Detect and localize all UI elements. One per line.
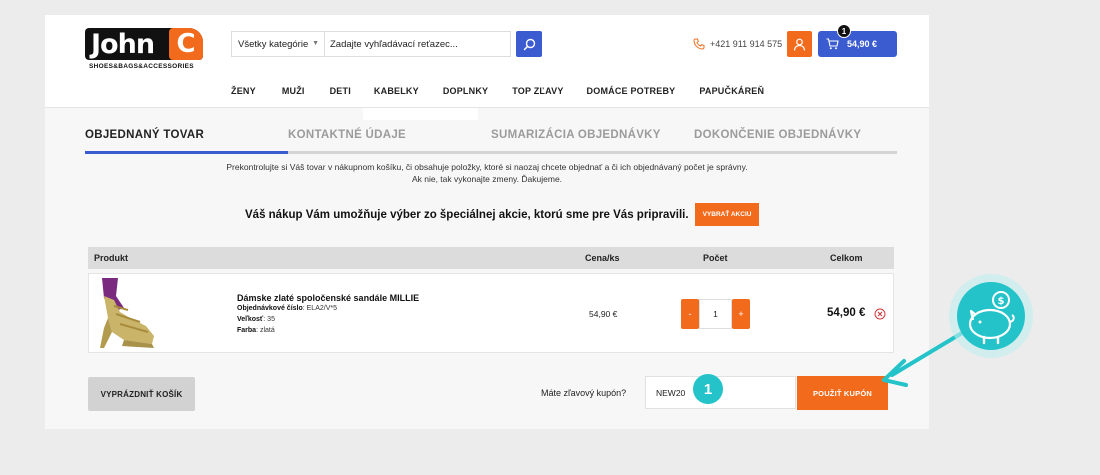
cart-icon bbox=[826, 38, 839, 50]
cart-button[interactable]: 54,90 € bbox=[818, 31, 897, 57]
nav-item-domace-potreby[interactable]: DOMÁCE POTREBY bbox=[587, 86, 676, 96]
choose-promo-button[interactable]: VYBRAŤ AKCIU bbox=[694, 203, 760, 226]
nav-item-top-zlavy[interactable]: TOP ZĽAVY bbox=[512, 86, 563, 96]
page-container: John C SHOES&BAGS&ACCESSORIES Všetky kat… bbox=[45, 15, 929, 429]
logo-subtitle: SHOES&BAGS&ACCESSORIES bbox=[89, 63, 194, 70]
empty-cart-button[interactable]: VYPRÁZDNIŤ KOŠÍK bbox=[88, 377, 195, 411]
product-order-number: Objednávkové číslo: ELA2/V*5 bbox=[237, 305, 337, 312]
nav-item-muzi[interactable]: MUŽI bbox=[282, 86, 305, 96]
nav-item-deti[interactable]: DETI bbox=[330, 86, 351, 96]
step-ordered-goods: OBJEDNANÝ TOVAR bbox=[85, 127, 288, 154]
promo-text: Váš nákup Vám umožňuje výber zo špeciáln… bbox=[245, 208, 689, 221]
logo[interactable]: John C SHOES&BAGS&ACCESSORIES bbox=[85, 28, 205, 72]
checkout-steps: OBJEDNANÝ TOVAR KONTAKTNÉ ÚDAJE SUMARIZÁ… bbox=[85, 127, 897, 154]
step-contact-details: KONTAKTNÉ ÚDAJE bbox=[288, 127, 491, 154]
search-input[interactable]: Zadajte vyhľadávací reťazec... bbox=[324, 31, 511, 57]
product-color: Farba: zlatá bbox=[237, 327, 275, 334]
account-button[interactable] bbox=[787, 31, 812, 57]
unit-price: 54,90 € bbox=[589, 309, 618, 319]
nav-item-papuckaren[interactable]: PAPUČKÁREŇ bbox=[699, 86, 764, 96]
header-product: Produkt bbox=[94, 253, 129, 263]
site-header: John C SHOES&BAGS&ACCESSORIES Všetky kat… bbox=[45, 15, 929, 108]
search-icon bbox=[523, 38, 535, 50]
product-image[interactable] bbox=[94, 278, 160, 350]
phone-icon bbox=[693, 38, 705, 50]
product-size: Veľkosť: 35 bbox=[237, 316, 275, 323]
cart-info-text: Prekontrolujte si Váš tovar v nákupnom k… bbox=[226, 162, 748, 184]
nav-hover-area bbox=[363, 108, 478, 120]
step-marker: 1 bbox=[693, 374, 723, 404]
table-row: Dámske zlaté spoločenské sandále MILLIE … bbox=[88, 273, 894, 353]
product-name[interactable]: Dámske zlaté spoločenské sandále MILLIE bbox=[237, 293, 419, 303]
step-order-completion: DOKONČENIE OBJEDNÁVKY bbox=[694, 127, 897, 154]
header-total: Celkom bbox=[830, 253, 863, 263]
decrease-qty-button[interactable]: - bbox=[681, 299, 699, 329]
phone-contact[interactable]: +421 911 914 575 bbox=[693, 38, 782, 50]
increase-qty-button[interactable]: + bbox=[732, 299, 750, 329]
header-qty: Počet bbox=[703, 253, 728, 263]
remove-item-icon[interactable] bbox=[874, 308, 886, 320]
chevron-down-icon: ▼ bbox=[312, 40, 319, 47]
nav-item-doplnky[interactable]: DOPLNKY bbox=[443, 86, 488, 96]
user-icon bbox=[793, 38, 806, 51]
logo-letter: C bbox=[169, 28, 203, 60]
nav-item-kabelky[interactable]: KABELKY bbox=[374, 86, 419, 96]
step-order-summary: SUMARIZÁCIA OBJEDNÁVKY bbox=[491, 127, 694, 154]
quantity-stepper: - 1 + bbox=[681, 299, 750, 329]
cart-table-header: Produkt Cena/ks Počet Celkom bbox=[88, 247, 894, 269]
line-total: 54,90 € bbox=[827, 307, 866, 319]
header-price: Cena/ks bbox=[585, 253, 620, 263]
main-navigation: ŽENY MUŽI DETI KABELKY DOPLNKY TOP ZĽAVY… bbox=[231, 86, 764, 96]
cart-count-badge: 1 bbox=[837, 24, 851, 38]
nav-item-zeny[interactable]: ŽENY bbox=[231, 86, 256, 96]
cart-total: 54,90 € bbox=[847, 39, 878, 49]
coupon-label: Máte zľavový kupón? bbox=[541, 388, 627, 398]
logo-text: John bbox=[91, 28, 155, 60]
piggy-bank-icon: $ bbox=[949, 274, 1033, 358]
search-bar: Všetky kategórie ▼ Zadajte vyhľadávací r… bbox=[231, 31, 542, 57]
promo-banner: Váš nákup Vám umožňuje výber zo špeciáln… bbox=[245, 203, 760, 226]
svg-text:$: $ bbox=[998, 296, 1005, 307]
search-button[interactable] bbox=[516, 31, 542, 57]
quantity-input[interactable]: 1 bbox=[699, 299, 732, 329]
category-select[interactable]: Všetky kategórie ▼ bbox=[231, 31, 324, 57]
